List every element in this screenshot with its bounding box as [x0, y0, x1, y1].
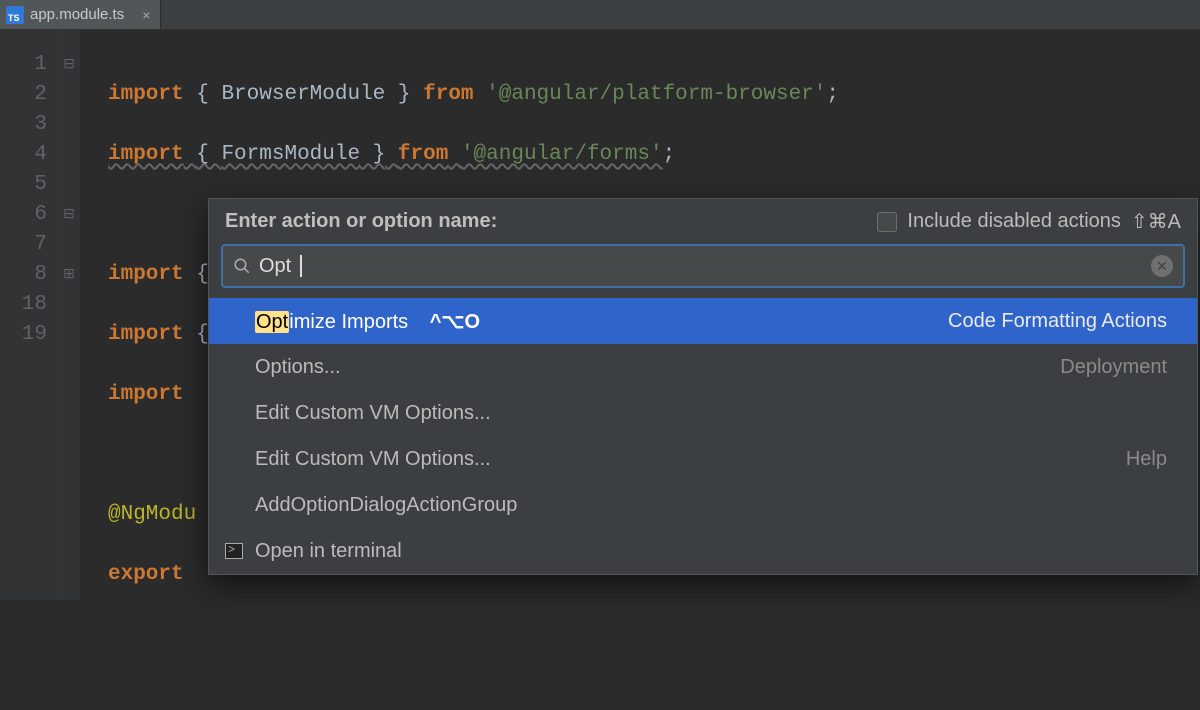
fold-collapse-icon[interactable]: ⊟: [58, 200, 80, 230]
action-result-optimize-imports[interactable]: Optimize Imports ^⌥O Code Formatting Act…: [209, 298, 1197, 344]
search-query-text: Opt: [259, 255, 291, 278]
include-disabled-label: Include disabled actions: [907, 210, 1120, 233]
popup-title: Enter action or option name:: [225, 210, 497, 233]
ts-file-icon: [6, 6, 24, 24]
popup-shortcut: ⇧⌘A: [1131, 209, 1181, 234]
action-result-add-option-dialog[interactable]: AddOptionDialogActionGroup: [209, 482, 1197, 528]
action-result-edit-vm-options-2[interactable]: Edit Custom VM Options... Help: [209, 436, 1197, 482]
text-caret: [300, 255, 302, 277]
action-result-open-in-terminal[interactable]: Open in terminal: [209, 528, 1197, 574]
find-action-popup: Enter action or option name: Include dis…: [208, 198, 1198, 575]
action-result-options[interactable]: Options... Deployment: [209, 344, 1197, 390]
fold-expand-icon[interactable]: ⊞: [58, 260, 80, 290]
fold-collapse-icon[interactable]: ⊟: [58, 50, 80, 80]
action-result-edit-vm-options-1[interactable]: Edit Custom VM Options...: [209, 390, 1197, 436]
editor-tab-active[interactable]: app.module.ts ×: [0, 0, 161, 29]
line-number-gutter: 1 2 3 4 5 6 7 8 18 19: [0, 30, 58, 600]
editor-tab-bar: app.module.ts ×: [0, 0, 1200, 30]
popup-header: Enter action or option name: Include dis…: [209, 199, 1197, 244]
tab-filename: app.module.ts: [30, 6, 124, 23]
close-tab-icon[interactable]: ×: [142, 7, 150, 23]
fold-column: ⊟ ⊟ ⊞: [58, 30, 80, 600]
terminal-icon: [225, 543, 243, 559]
search-icon: [233, 257, 251, 275]
action-search-input[interactable]: Opt ✕: [221, 244, 1185, 288]
clear-search-icon[interactable]: ✕: [1151, 255, 1173, 277]
include-disabled-checkbox[interactable]: [877, 212, 897, 232]
action-results-list: Optimize Imports ^⌥O Code Formatting Act…: [209, 298, 1197, 574]
